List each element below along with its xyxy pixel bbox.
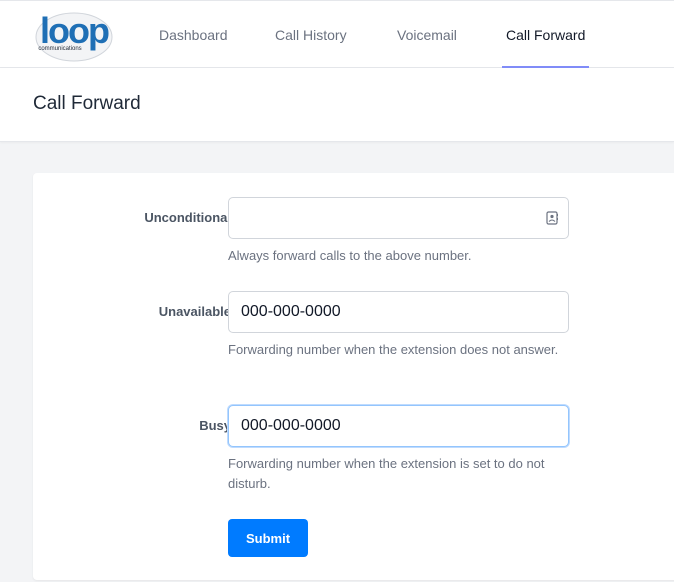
loop-logo[interactable]: loop communications bbox=[34, 7, 114, 63]
nav-voicemail[interactable]: Voicemail bbox=[397, 1, 457, 68]
page-header: Call Forward bbox=[0, 68, 674, 142]
busy-input[interactable] bbox=[228, 405, 569, 447]
unconditional-label: Unconditional bbox=[144, 210, 231, 225]
nav-call-history[interactable]: Call History bbox=[275, 1, 347, 68]
contact-card-icon[interactable] bbox=[546, 211, 558, 225]
submit-button[interactable]: Submit bbox=[228, 519, 308, 557]
unavailable-help: Forwarding number when the extension doe… bbox=[228, 342, 559, 357]
busy-label: Busy bbox=[199, 418, 231, 433]
busy-help: Forwarding number when the extension is … bbox=[228, 456, 545, 491]
call-forward-form: Unconditional Always forward calls to th… bbox=[33, 173, 674, 580]
logo-text: loop bbox=[40, 10, 109, 51]
unavailable-label: Unavailable bbox=[158, 304, 231, 319]
top-navigation: loop communications Dashboard Call Histo… bbox=[0, 0, 674, 68]
unconditional-help: Always forward calls to the above number… bbox=[228, 248, 472, 263]
logo-subtext: communications bbox=[38, 46, 81, 52]
nav-call-forward[interactable]: Call Forward bbox=[501, 1, 590, 68]
unconditional-input[interactable] bbox=[228, 197, 569, 239]
unavailable-input[interactable] bbox=[228, 291, 569, 333]
page-title: Call Forward bbox=[33, 93, 141, 114]
nav-dashboard[interactable]: Dashboard bbox=[159, 1, 228, 68]
